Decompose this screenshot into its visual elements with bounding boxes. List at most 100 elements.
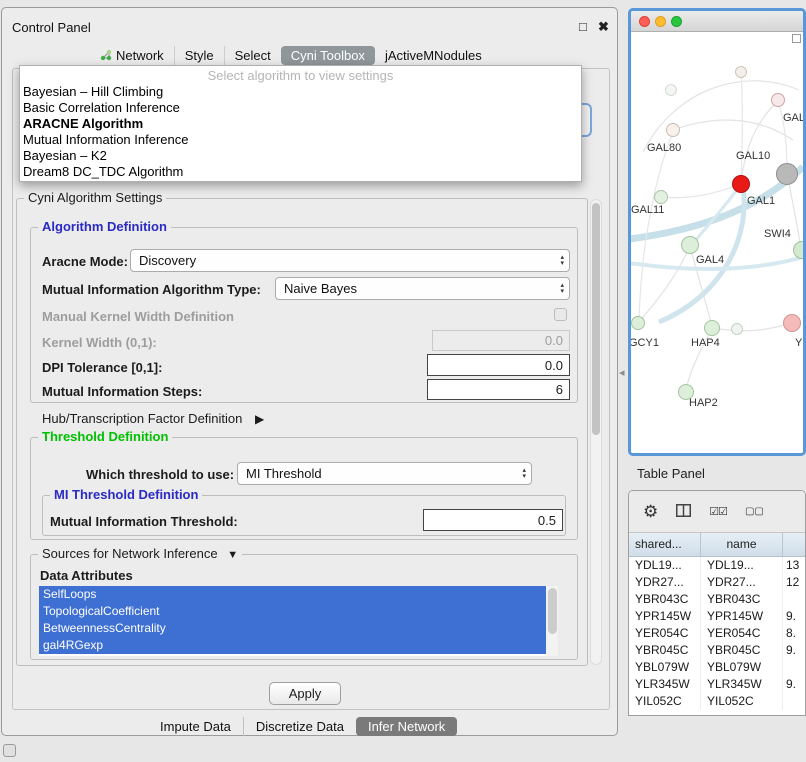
network-node[interactable]	[735, 66, 747, 78]
network-node-label: SWI4	[764, 228, 791, 240]
column-header-name[interactable]: name	[701, 533, 783, 556]
tab-cyni-toolbox[interactable]: Cyni Toolbox	[281, 46, 375, 65]
close-icon[interactable]: ✖	[598, 19, 609, 35]
network-node[interactable]	[666, 123, 680, 137]
algorithm-option-bayesian-hill-climbing[interactable]: Bayesian – Hill Climbing	[20, 84, 581, 100]
tab-impute-data[interactable]: Impute Data	[148, 717, 243, 736]
algorithm-option-dream8-dc-tdc-algorithm[interactable]: Dream8 DC_TDC Algorithm	[20, 164, 581, 180]
tab-select[interactable]: Select	[224, 46, 281, 65]
mi-algorithm-type-select[interactable]: Naive Bayes ▴▾	[275, 277, 570, 300]
splitter-collapse-icon[interactable]: ◂	[619, 366, 625, 379]
table-row[interactable]: YPR145WYPR145W9.	[629, 608, 805, 625]
network-window-titlebar[interactable]	[631, 11, 803, 32]
tab-jactivemnodules[interactable]: jActiveMNodules	[375, 46, 492, 65]
data-attributes-list: SelfLoopsTopologicalCoefficientBetweenne…	[39, 586, 558, 656]
network-node[interactable]	[776, 163, 798, 185]
zoom-traffic-light[interactable]	[671, 16, 682, 27]
mi-threshold-field[interactable]: 0.5	[423, 509, 563, 531]
sources-collapser[interactable]: Sources for Network Inference ▼	[38, 547, 242, 562]
network-node[interactable]	[783, 314, 801, 332]
table-row[interactable]: YBL079WYBL079W	[629, 659, 805, 676]
network-node[interactable]	[654, 190, 668, 204]
table-panel-title: Table Panel	[637, 466, 705, 481]
tab-style[interactable]: Style	[174, 46, 224, 65]
which-threshold-label: Which threshold to use:	[86, 467, 234, 482]
table-cell	[783, 659, 805, 676]
select-all-icon[interactable]: ☑☑	[709, 505, 727, 518]
which-threshold-select[interactable]: MI Threshold ▴▾	[237, 462, 532, 485]
network-node-label: GAL11	[631, 204, 664, 216]
attributes-scrollbar-thumb[interactable]	[548, 588, 557, 634]
table-cell: YIL052C	[629, 693, 701, 710]
table-cell: 12	[783, 574, 805, 591]
tab-discretize-data[interactable]: Discretize Data	[243, 717, 356, 736]
table-cell: YLR345W	[629, 676, 701, 693]
columns-icon[interactable]	[676, 504, 691, 520]
network-node[interactable]	[631, 316, 645, 330]
attribute-item-topologicalcoefficient[interactable]: TopologicalCoefficient	[39, 603, 546, 620]
attributes-scrollbar	[546, 586, 558, 656]
table-cell: YBR043C	[629, 591, 701, 608]
column-header-col2[interactable]	[783, 533, 805, 556]
table-row[interactable]: YBR043CYBR043C	[629, 591, 805, 608]
float-window-icon[interactable]: □	[579, 19, 587, 34]
network-node[interactable]	[681, 236, 699, 254]
algorithm-option-basic-correlation-inference[interactable]: Basic Correlation Inference	[20, 100, 581, 116]
dpi-tolerance-label: DPI Tolerance [0,1]:	[42, 360, 162, 375]
table-cell: YBL079W	[629, 659, 701, 676]
network-node[interactable]	[704, 320, 720, 336]
kernel-width-label: Kernel Width (0,1):	[42, 335, 157, 350]
table-row[interactable]: YER054CYER054C8.	[629, 625, 805, 642]
network-node-label: GAL80	[647, 142, 681, 154]
dpi-tolerance-field[interactable]: 0.0	[427, 354, 570, 376]
algorithm-option-mutual-information-inference[interactable]: Mutual Information Inference	[20, 132, 581, 148]
hub-definition-label: Hub/Transcription Factor Definition	[42, 411, 242, 426]
network-node[interactable]	[665, 84, 677, 96]
algorithm-dropdown-placeholder: Select algorithm to view settings	[20, 68, 581, 84]
panel-corner-icon[interactable]	[3, 744, 16, 757]
table-body: YDL19...YDL19...13YDR27...YDR27...12YBR0…	[629, 557, 805, 710]
deselect-all-icon[interactable]: ▢▢	[745, 506, 764, 517]
algorithm-option-bayesian-k2[interactable]: Bayesian – K2	[20, 148, 581, 164]
table-row[interactable]: YBR045CYBR045C9.	[629, 642, 805, 659]
aracne-mode-value: Discovery	[139, 253, 196, 268]
network-node[interactable]	[771, 93, 785, 107]
attribute-item-gal4rgexp[interactable]: gal4RGexp	[39, 637, 546, 654]
mi-steps-field[interactable]: 6	[427, 379, 570, 400]
settings-scrollbar-thumb[interactable]	[592, 203, 600, 435]
attribute-item-betweennesscentrality[interactable]: BetweennessCentrality	[39, 620, 546, 637]
close-traffic-light[interactable]	[639, 16, 650, 27]
network-view-window: GALGAL80GAL10GAL11GAL1SWI4GAL4GCY1HAP4YH…	[628, 8, 806, 456]
minimize-traffic-light[interactable]	[655, 16, 666, 27]
table-row[interactable]: YDL19...YDL19...13	[629, 557, 805, 574]
table-row[interactable]: YIL052CYIL052C	[629, 693, 805, 710]
network-node-label: GAL4	[696, 254, 724, 266]
network-canvas[interactable]: GALGAL80GAL10GAL11GAL1SWI4GAL4GCY1HAP4YH…	[631, 32, 803, 453]
column-header-shared[interactable]: shared...	[629, 533, 701, 556]
tab-infer-network[interactable]: Infer Network	[356, 717, 457, 736]
table-cell: YDR27...	[701, 574, 783, 591]
table-cell: YER054C	[629, 625, 701, 642]
network-node[interactable]	[732, 175, 750, 193]
sources-title: Sources for Network Inference	[42, 546, 218, 561]
table-cell: YPR145W	[701, 608, 783, 625]
network-node[interactable]	[731, 323, 743, 335]
mi-steps-label: Mutual Information Steps:	[42, 384, 202, 399]
tab-network[interactable]: Network	[90, 46, 174, 65]
gear-icon[interactable]: ⚙	[643, 502, 658, 522]
table-cell: YBR045C	[701, 642, 783, 659]
algorithm-option-aracne-algorithm[interactable]: ARACNE Algorithm	[20, 116, 581, 132]
hub-definition-expander[interactable]: Hub/Transcription Factor Definition ▶	[42, 411, 264, 426]
table-row[interactable]: YDR27...YDR27...12	[629, 574, 805, 591]
kernel-width-field: 0.0	[432, 330, 570, 351]
table-cell: YDL19...	[629, 557, 701, 574]
attribute-item-selfloops[interactable]: SelfLoops	[39, 586, 546, 603]
apply-button[interactable]: Apply	[269, 682, 341, 705]
bottom-tabbar: Impute DataDiscretize DataInfer Network	[148, 715, 457, 737]
table-row[interactable]: YLR345WYLR345W9.	[629, 676, 805, 693]
table-cell	[783, 693, 805, 710]
table-cell: YBR045C	[629, 642, 701, 659]
combo-arrows-icon: ▴▾	[555, 283, 569, 295]
aracne-mode-select[interactable]: Discovery ▴▾	[130, 249, 570, 272]
table-header: shared...name	[629, 533, 805, 557]
